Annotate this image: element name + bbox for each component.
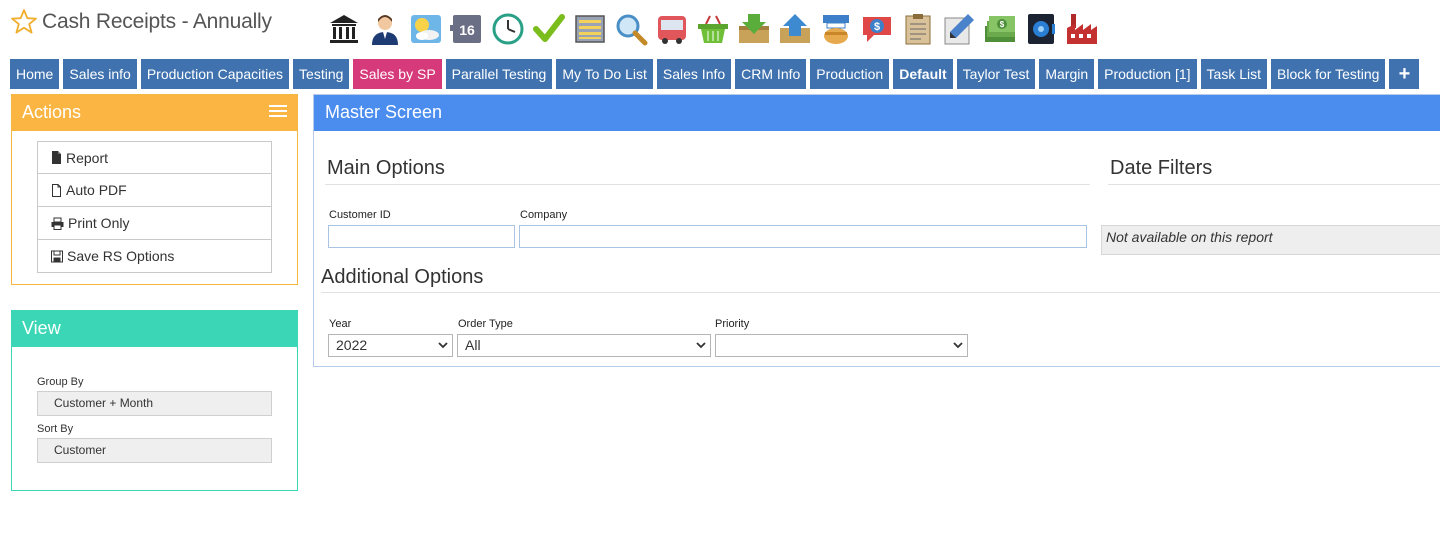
hamburger-menu-icon[interactable] <box>269 105 287 119</box>
calendar-icon[interactable]: 16 <box>449 10 485 48</box>
auto-pdf-label: Auto PDF <box>66 182 127 198</box>
page-title: Cash Receipts - Annually <box>42 10 272 33</box>
bank-icon[interactable] <box>326 10 362 48</box>
actions-title: Actions <box>22 102 82 122</box>
main-options-divider <box>325 184 1090 185</box>
save-rs-options-label: Save RS Options <box>67 248 175 264</box>
chevron-down-icon <box>696 342 706 349</box>
date-filters-divider <box>1108 184 1440 185</box>
chevron-down-icon <box>953 342 963 349</box>
basket-icon[interactable] <box>695 10 731 48</box>
tab-crm-info[interactable]: CRM Info <box>735 59 807 89</box>
factory-icon[interactable] <box>1064 10 1100 48</box>
floppy-icon <box>51 250 63 262</box>
additional-options-title: Additional Options <box>321 266 484 288</box>
tab-parallel-testing[interactable]: Parallel Testing <box>445 59 553 89</box>
file-filled-icon <box>52 151 61 164</box>
group-by-select[interactable]: Customer + Month <box>37 391 272 416</box>
view-header: View <box>12 311 297 347</box>
tab-production-capacities[interactable]: Production Capacities <box>140 59 290 89</box>
tab-production[interactable]: Production <box>810 59 890 89</box>
tab-home[interactable]: Home <box>10 59 60 89</box>
search-icon[interactable] <box>613 10 649 48</box>
app-header: Cash Receipts - Annually 16 $ $ <box>0 0 1440 56</box>
year-select[interactable]: 2022 <box>328 334 453 357</box>
priority-select[interactable] <box>715 334 968 357</box>
priority-label: Priority <box>715 318 750 330</box>
download-icon[interactable] <box>736 10 772 48</box>
sort-by-label: Sort By <box>37 423 74 435</box>
checkmark-icon[interactable] <box>531 10 567 48</box>
list-icon[interactable] <box>572 10 608 48</box>
additional-options-divider <box>321 292 1440 293</box>
customer-id-label: Customer ID <box>329 209 391 221</box>
tab-default[interactable]: Default <box>893 59 953 89</box>
tab-taylor-test[interactable]: Taylor Test <box>956 59 1036 89</box>
tab-sales-info-2[interactable]: Sales Info <box>656 59 732 89</box>
tab-margin[interactable]: Margin <box>1039 59 1095 89</box>
clock-icon[interactable] <box>490 10 526 48</box>
year-label: Year <box>329 318 352 330</box>
master-screen-header: Master Screen <box>314 95 1440 131</box>
star-icon[interactable] <box>10 8 38 36</box>
order-type-value: All <box>465 337 481 353</box>
report-label: Report <box>66 149 109 166</box>
weather-icon[interactable] <box>408 10 444 48</box>
printer-icon <box>51 217 64 230</box>
cash-icon[interactable]: $ <box>982 10 1018 48</box>
master-screen-panel: Master Screen Main Options Date Filters … <box>313 94 1440 367</box>
actions-header: Actions <box>12 95 297 131</box>
order-type-label: Order Type <box>458 318 513 330</box>
group-by-label: Group By <box>37 376 84 388</box>
print-only-button[interactable]: Print Only <box>37 207 272 240</box>
tab-sales-info[interactable]: Sales info <box>63 59 137 89</box>
year-value: 2022 <box>336 337 368 353</box>
toolbar: 16 $ $ <box>326 10 1100 48</box>
print-only-label: Print Only <box>68 215 130 231</box>
safe-icon[interactable] <box>1023 10 1059 48</box>
company-label: Company <box>520 209 568 221</box>
title-area: Cash Receipts - Annually <box>10 8 272 36</box>
save-rs-options-button[interactable]: Save RS Options <box>37 240 272 273</box>
view-panel: View Group By Customer + Month Sort By C… <box>11 310 298 491</box>
customer-id-input[interactable] <box>328 225 515 248</box>
company-input[interactable] <box>519 225 1087 248</box>
add-tab-button[interactable]: + <box>1389 59 1420 89</box>
calendar-day: 16 <box>459 22 475 38</box>
bus-icon[interactable] <box>654 10 690 48</box>
report-button[interactable]: Report <box>37 141 272 174</box>
file-outline-icon <box>52 183 61 197</box>
sort-by-select[interactable]: Customer <box>37 438 272 463</box>
date-filters-note: Not available on this report <box>1101 225 1440 255</box>
pencil-icon[interactable] <box>941 10 977 48</box>
order-type-select[interactable]: All <box>457 334 711 357</box>
tab-my-to-do-list[interactable]: My To Do List <box>556 59 653 89</box>
tab-testing[interactable]: Testing <box>293 59 350 89</box>
dollar-chat-icon[interactable]: $ <box>859 10 895 48</box>
chevron-down-icon <box>438 342 448 349</box>
main-options-title: Main Options <box>327 157 445 179</box>
date-filters-title: Date Filters <box>1110 157 1213 179</box>
svg-text:$: $ <box>874 21 880 33</box>
auto-pdf-button[interactable]: Auto PDF <box>37 174 272 207</box>
tab-sales-by-sp[interactable]: Sales by SP <box>353 59 442 89</box>
svg-text:$: $ <box>1000 20 1005 29</box>
actions-list: Report Auto PDF Print Only Save RS Optio… <box>37 141 272 273</box>
tab-block-for-testing[interactable]: Block for Testing <box>1271 59 1386 89</box>
hand-money-icon[interactable] <box>818 10 854 48</box>
user-icon[interactable] <box>367 10 403 48</box>
tab-task-list[interactable]: Task List <box>1200 59 1267 89</box>
tab-bar: Home Sales info Production Capacities Te… <box>10 59 1420 89</box>
tab-production-1[interactable]: Production [1] <box>1098 59 1197 89</box>
clipboard-icon[interactable] <box>900 10 936 48</box>
actions-panel: Actions Report Auto PDF Print Only Save … <box>11 94 298 285</box>
upload-icon[interactable] <box>777 10 813 48</box>
